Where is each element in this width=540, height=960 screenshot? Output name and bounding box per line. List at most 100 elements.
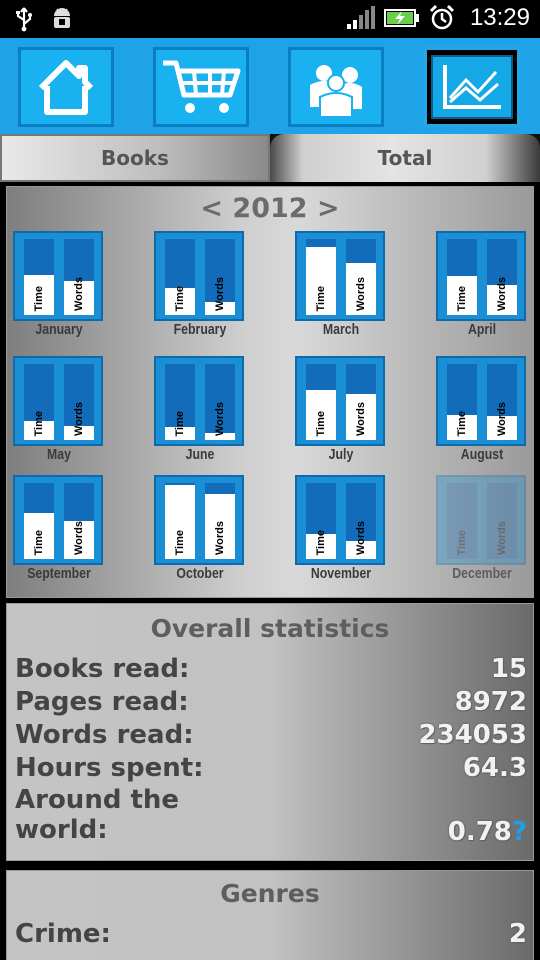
- time-bar-label: Time: [456, 410, 468, 436]
- stat-value: 8972: [454, 687, 527, 717]
- time-bar-track: Time: [306, 483, 336, 559]
- overall-statistics-panel: Overall statistics Books read: 15 Pages …: [6, 603, 534, 861]
- status-bar: 13:29: [0, 0, 540, 38]
- time-bar-label: Time: [315, 529, 327, 555]
- month-bar-chart: Time Words: [154, 356, 244, 446]
- month-bar-chart: Time Words: [295, 356, 385, 446]
- time-bar-track: Time: [165, 239, 195, 315]
- around-label-line-2: world:: [15, 815, 108, 845]
- monthly-chart-panel: < 2012 > Time Words January Time Words Februa…: [6, 186, 534, 598]
- words-bar-label: Words: [73, 401, 85, 436]
- month-name: October: [176, 565, 224, 582]
- stat-value: 15: [490, 654, 527, 684]
- month-name: February: [173, 321, 227, 338]
- time-bar-label: Time: [315, 285, 327, 311]
- words-bar-label: Words: [496, 276, 508, 311]
- words-bar-label: Words: [496, 401, 508, 436]
- words-bar-track: Words: [487, 364, 517, 440]
- month-tile-april[interactable]: Time Words April: [436, 231, 528, 338]
- tab-books[interactable]: Books: [0, 134, 270, 182]
- month-name: March: [322, 321, 360, 338]
- words-bar-track: Words: [205, 239, 235, 315]
- month-name: April: [467, 321, 497, 338]
- month-tile-march[interactable]: Time Words March: [295, 231, 387, 338]
- month-bar-chart: Time Words: [436, 231, 526, 321]
- words-bar-label: Words: [355, 276, 367, 311]
- time-bar-track: Time: [447, 483, 477, 559]
- help-button[interactable]: ?: [512, 817, 527, 847]
- month-bar-chart: Time Words: [13, 231, 103, 321]
- month-tile-july[interactable]: Time Words July: [295, 356, 387, 463]
- month-name: September: [27, 565, 91, 582]
- stat-value: 0.78: [447, 817, 512, 847]
- stat-label: Pages read:: [15, 687, 189, 717]
- words-bar-label: Words: [214, 401, 226, 436]
- time-bar-track: Time: [306, 239, 336, 315]
- view-tabs: Books Total: [0, 134, 540, 182]
- time-bar-track: Time: [165, 483, 195, 559]
- android-debug-icon: [50, 6, 74, 32]
- time-bar-track: Time: [447, 239, 477, 315]
- words-bar-track: Words: [205, 483, 235, 559]
- month-bar-chart: Time Words: [13, 475, 103, 565]
- hours-spent-row: Hours spent: 64.3: [15, 753, 527, 783]
- month-tile-december[interactable]: Time Words December: [436, 475, 528, 582]
- genres-title: Genres: [220, 879, 320, 908]
- month-tile-october[interactable]: Time Words October: [154, 475, 246, 582]
- home-nav-button[interactable]: [18, 47, 114, 127]
- stat-label: Around the world:: [15, 785, 179, 845]
- statistics-nav-button[interactable]: [424, 47, 520, 127]
- cart-icon: [163, 60, 241, 113]
- words-bar-track: Words: [64, 364, 94, 440]
- people-icon: [310, 65, 362, 117]
- battery-charging-icon: [383, 5, 420, 31]
- time-bar-track: Time: [24, 364, 54, 440]
- month-bar-chart: Time Words: [436, 475, 526, 565]
- words-bar-track: Words: [346, 364, 376, 440]
- stat-value-group: 0.78?: [448, 817, 527, 847]
- month-bar-chart: Time Words: [295, 475, 385, 565]
- time-bar-label: Time: [33, 529, 45, 555]
- time-bar-label: Time: [33, 410, 45, 436]
- genre-label: Crime:: [15, 919, 111, 949]
- month-tile-june[interactable]: Time Words June: [154, 356, 246, 463]
- month-tile-november[interactable]: Time Words November: [295, 475, 387, 582]
- month-tile-august[interactable]: Time Words August: [436, 356, 528, 463]
- friends-nav-button[interactable]: [288, 47, 384, 127]
- shop-nav-button[interactable]: [153, 47, 249, 127]
- month-name: June: [185, 446, 215, 463]
- month-bar-chart: Time Words: [436, 356, 526, 446]
- previous-year-button[interactable]: <: [200, 193, 223, 224]
- month-bar-chart: Time Words: [295, 231, 385, 321]
- time-bar-track: Time: [24, 483, 54, 559]
- tab-total[interactable]: Total: [270, 134, 540, 182]
- genre-row-crime: Crime: 2: [15, 919, 527, 949]
- words-bar-label: Words: [73, 276, 85, 311]
- year-label: 2012: [232, 193, 308, 224]
- stat-value: 64.3: [462, 753, 527, 783]
- month-tile-september[interactable]: Time Words September: [13, 475, 105, 582]
- next-year-button[interactable]: >: [317, 193, 340, 224]
- around-label-line-1: Around the: [15, 785, 180, 815]
- time-bar-label: Time: [456, 529, 468, 555]
- clock-time: 13:29: [469, 4, 530, 31]
- books-read-row: Books read: 15: [15, 654, 527, 684]
- chart-icon: [443, 65, 501, 109]
- words-bar-track: Words: [487, 239, 517, 315]
- month-name: January: [35, 321, 83, 338]
- words-read-row: Words read: 234053: [15, 720, 527, 750]
- month-tile-may[interactable]: Time Words May: [13, 356, 105, 463]
- time-bar-label: Time: [174, 285, 186, 311]
- stat-label: Books read:: [15, 654, 190, 684]
- month-name: November: [310, 565, 372, 582]
- month-name: December: [452, 565, 512, 582]
- time-bar-label: Time: [456, 285, 468, 311]
- home-icon: [38, 60, 94, 115]
- genres-panel: Genres Crime: 2: [6, 870, 534, 960]
- month-tile-january[interactable]: Time Words January: [13, 231, 105, 338]
- words-bar-track: Words: [64, 239, 94, 315]
- month-tile-february[interactable]: Time Words February: [154, 231, 246, 338]
- words-bar-track: Words: [346, 239, 376, 315]
- time-bar-label: Time: [174, 410, 186, 436]
- month-name: May: [47, 446, 71, 463]
